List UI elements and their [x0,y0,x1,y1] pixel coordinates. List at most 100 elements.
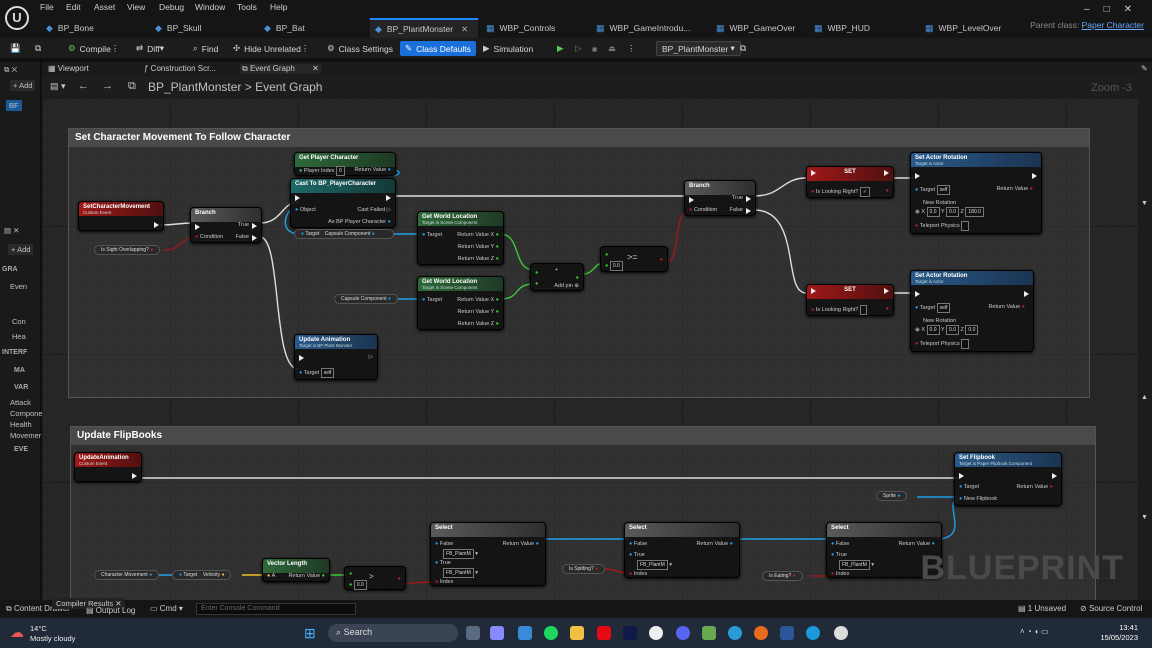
task-view-icon[interactable] [466,626,480,640]
close-icon[interactable]: ✕ [461,24,468,35]
teams-icon[interactable] [490,626,504,640]
back-icon[interactable]: ← [78,80,89,92]
tab-wbp-controls[interactable]: ▦ WBP_Controls [486,18,586,38]
unsaved-button[interactable]: ▤ 1 Unsaved [1018,604,1066,613]
asset-dropdown[interactable]: FB_PlantM [443,549,474,559]
class-defaults-button[interactable]: ✎ Class Defaults [400,41,476,56]
asset-dropdown[interactable]: FB_PlantM [839,560,870,570]
exec-out-pin[interactable] [386,195,391,201]
tab-bp-bone[interactable]: ◆ BP_Bone [46,18,146,38]
chevron-down-icon[interactable]: ▼ [1141,200,1148,207]
node-set-actor-rotation-2[interactable]: Set Actor Rotation Target is Actor ● Targ… [910,270,1034,352]
unreal-engine-icon[interactable] [834,626,848,640]
var-is-spitting[interactable]: Is Spitting? ● [562,564,606,574]
var-character-movement[interactable]: Character Movement ● [94,570,160,580]
menu-asset[interactable]: Asset [94,2,115,12]
tab-viewport[interactable]: ▦ Viewport [48,64,89,73]
node-set-character-movement-event[interactable]: SetCharacterMovement Custom Event [78,201,164,231]
node-greater-than[interactable]: ● > ● 0.0 ● [344,566,406,590]
exec-in-pin[interactable] [295,195,300,201]
node-get-velocity[interactable]: ● Target Velocity ● [172,570,232,580]
tab-wbp-levelover[interactable]: ▦ WBP_LevelOver [925,18,1025,38]
add-pin-button[interactable]: Add pin ⊕ [554,282,579,290]
checkbox-checked[interactable]: ✓ [859,187,871,197]
exec-false-pin[interactable] [252,235,257,241]
node-set-is-looking-right-2[interactable]: SET ● Is Looking Right? ● [806,284,894,316]
node-select-2[interactable]: Select ● False Return Value ● ● True FB_… [624,522,740,578]
taskbar-clock[interactable]: 13:41 15/05/2023 [1100,623,1138,643]
breadcrumb-graph[interactable]: Event Graph [255,80,322,94]
var-category-components[interactable]: Compone [10,409,43,418]
node-get-capsule-component[interactable]: ● Target Capsule Component ● [294,229,394,239]
exec-in-pin[interactable] [811,288,816,294]
parent-class-link[interactable]: Paper Character [1082,20,1144,30]
eject-icon[interactable]: ⏏ [608,41,616,56]
checkbox-unchecked[interactable] [961,221,969,231]
console-input[interactable]: Enter Console Command [196,603,356,615]
pencil-icon[interactable]: ✎ [1141,64,1148,73]
hide-unrelated-button[interactable]: ✣ Hide Unrelated ⋮ [233,41,309,56]
pause-icon[interactable]: ▷ [575,41,582,56]
exec-out-pin[interactable] [884,288,889,294]
chevron-down-icon[interactable]: ▼ [1141,514,1148,521]
tab-bp-skull[interactable]: ◆ BP_Skull [155,18,250,38]
exec-in-pin[interactable] [915,291,920,297]
var-sprite[interactable]: Sprite ● [876,491,908,501]
health-item[interactable]: Hea [12,332,26,341]
close-icon[interactable]: ✕ [312,64,319,73]
unreal-logo-icon[interactable]: U [5,6,29,30]
node-select-1[interactable]: Select ● False Return Value ● FB_PlantM … [430,522,546,586]
section-event-dispatchers[interactable]: EVE [14,446,28,453]
node-get-world-location-2[interactable]: Get World Location Target is Scene Compon… [417,276,504,330]
play-icon[interactable]: ▶ [557,41,564,56]
menu-edit[interactable]: Edit [66,2,81,12]
save-icon[interactable]: 💾 [10,41,21,56]
node-set-flipbook[interactable]: Set Flipbook Target is Paper Flipbook Com… [954,452,1062,506]
graph-canvas[interactable]: Set Character Movement To Follow Charact… [42,98,1138,600]
debug-browse-icon[interactable]: ⧉ [740,41,746,56]
asset-dropdown[interactable]: FB_PlantM [637,560,668,570]
simulation-button[interactable]: ▶ Simulation [483,41,533,56]
spotify-icon[interactable] [544,626,558,640]
mail-icon[interactable] [518,626,532,640]
node-branch[interactable]: Branch True ● Condition False [190,207,262,243]
graph-menu-icon[interactable]: ▤ ▾ [50,81,66,92]
node-set-actor-rotation-1[interactable]: Set Actor Rotation Target is Actor ● Targ… [910,152,1042,234]
section-variables[interactable]: VAR [14,384,28,391]
find-button[interactable]: ⌕ Find [193,41,218,56]
node-set-is-looking-right-1[interactable]: SET ● Is Looking Right? ✓ ● [806,166,894,198]
class-settings-button[interactable]: ⚙ Class Settings [327,41,393,56]
tab-wbp-gameintro[interactable]: ▦ WBP_GameIntrodu... [596,18,706,38]
tab-wbp-gameover[interactable]: ▦ WBP_GameOver [716,18,816,38]
edge-dev-icon[interactable] [728,626,742,640]
node-update-animation-call[interactable]: Update Animation Target is BP Plant Monst… [294,334,378,380]
word-icon[interactable] [780,626,794,640]
menu-file[interactable]: File [40,2,54,12]
node-cast-to-player-character[interactable]: Cast To BP_PlayerCharacter ● Object Cast… [290,178,396,228]
exec-in-pin[interactable] [959,473,964,479]
add-component-button[interactable]: + Add [10,80,36,91]
exec-in-pin[interactable] [195,224,200,230]
exec-out-pin[interactable] [1024,291,1029,297]
file-explorer-icon[interactable] [570,626,584,640]
window-controls[interactable]: –□✕ [1084,4,1146,15]
event-graph-item[interactable]: Even [10,282,27,291]
node-get-world-location-1[interactable]: Get World Location Target is Scene Compon… [417,211,504,265]
node-branch-2[interactable]: Branch True ● Condition False [684,180,756,216]
exec-out-pin[interactable] [1052,473,1057,479]
node-vector-length[interactable]: Vector Length ● A Return Value ● [262,558,330,582]
exec-true-pin[interactable] [746,196,751,202]
output-log-button[interactable]: ▤ Output Log [86,606,135,615]
tab-bp-bat[interactable]: ◆ BP_Bat [264,18,364,38]
exec-out-pin[interactable] [132,473,137,479]
var-category-health[interactable]: Health [10,420,32,429]
exec-true-pin[interactable] [252,223,257,229]
node-update-animation-event[interactable]: UpdateAnimation Custom Event [74,452,142,482]
menu-debug[interactable]: Debug [159,2,184,12]
exec-out-pin[interactable] [1032,173,1037,179]
netflix-icon[interactable] [597,626,611,640]
var-category-attack[interactable]: Attack [10,398,31,407]
source-control-button[interactable]: ⊘ Source Control [1080,604,1142,613]
node-greater-equal[interactable]: ● >= ● 0.0 ● [600,246,668,272]
chevron-up-icon[interactable]: ▲ [1141,394,1148,401]
